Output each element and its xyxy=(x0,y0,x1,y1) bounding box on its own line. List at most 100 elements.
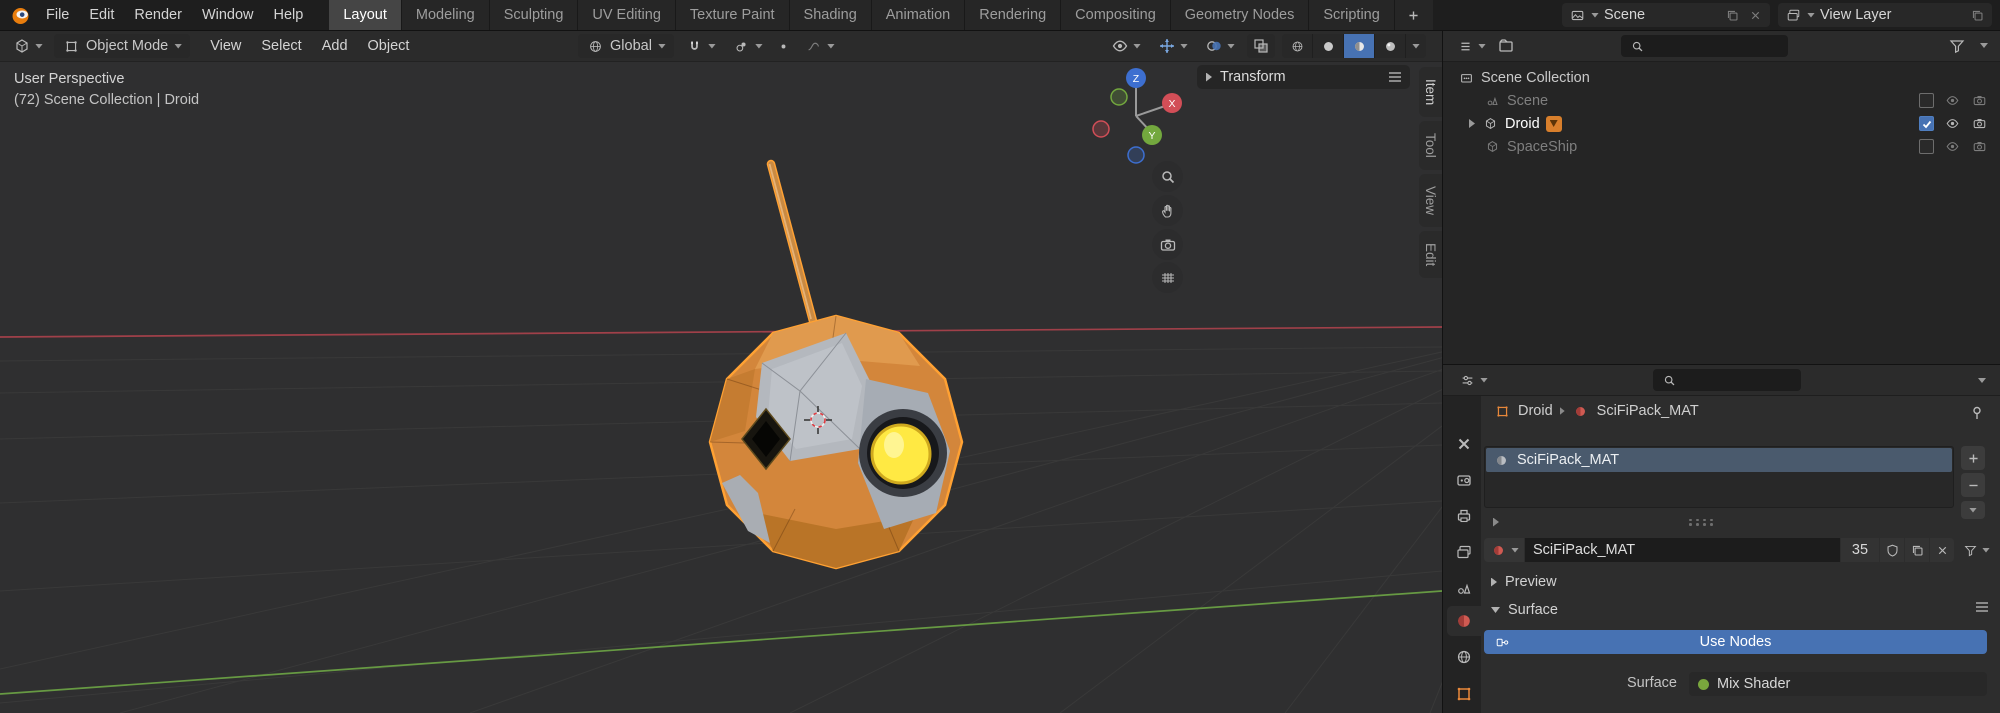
users-count-button[interactable]: 35 xyxy=(1841,538,1879,562)
breadcrumb-object[interactable]: Droid xyxy=(1518,403,1553,419)
pan-button[interactable] xyxy=(1152,195,1183,226)
outliner-search-input[interactable] xyxy=(1621,35,1788,57)
viewport-menu-select[interactable]: Select xyxy=(251,34,311,58)
chevron-down-icon[interactable] xyxy=(1980,43,1988,48)
viewport-canvas[interactable] xyxy=(0,31,1442,713)
perspective-toggle-button[interactable] xyxy=(1152,262,1183,293)
eye-icon[interactable] xyxy=(1943,92,1961,110)
camera-view-button[interactable] xyxy=(1152,229,1183,260)
shading-material-button[interactable] xyxy=(1344,34,1375,58)
viewport-3d[interactable]: Object Mode View Select Add Object Globa… xyxy=(0,31,1442,713)
new-view-layer-icon[interactable] xyxy=(1968,6,1986,24)
workspace-tab-geometry-nodes[interactable]: Geometry Nodes xyxy=(1171,0,1310,30)
tab-object[interactable] xyxy=(1447,679,1481,709)
tab-view-layer[interactable] xyxy=(1447,537,1481,567)
properties-search-input[interactable] xyxy=(1653,369,1801,391)
add-workspace-button[interactable] xyxy=(1395,0,1433,30)
add-slot-button[interactable] xyxy=(1961,446,1985,470)
object-icon[interactable] xyxy=(1493,402,1511,420)
menu-help[interactable]: Help xyxy=(264,3,314,27)
workspace-tab-animation[interactable]: Animation xyxy=(872,0,965,30)
selectability-checkbox[interactable] xyxy=(1919,116,1934,131)
sidebar-tab-item[interactable]: Item xyxy=(1419,67,1442,117)
workspace-tab-layout[interactable]: Layout xyxy=(329,0,402,30)
surface-shader-dropdown[interactable]: Mix Shader xyxy=(1689,672,1987,696)
sidebar-tab-tool[interactable]: Tool xyxy=(1419,121,1442,170)
shading-rendered-button[interactable] xyxy=(1375,34,1406,58)
tab-material[interactable] xyxy=(1447,606,1481,636)
panel-header-preview[interactable]: Preview xyxy=(1491,574,1557,590)
material-name-field[interactable]: SciFiPack_MAT xyxy=(1525,538,1840,562)
properties-editor-type-button[interactable] xyxy=(1453,368,1493,392)
new-scene-icon[interactable] xyxy=(1723,6,1741,24)
viewport-menu-add[interactable]: Add xyxy=(312,34,358,58)
proportional-editing-icon[interactable] xyxy=(775,37,793,55)
workspace-tab-texture-paint[interactable]: Texture Paint xyxy=(676,0,790,30)
breadcrumb-material[interactable]: SciFiPack_MAT xyxy=(1597,403,1699,419)
expand-caret-icon[interactable] xyxy=(1469,119,1475,128)
shading-solid-button[interactable] xyxy=(1313,34,1344,58)
shading-wireframe-button[interactable] xyxy=(1282,34,1313,58)
workspace-tab-uv-editing[interactable]: UV Editing xyxy=(578,0,676,30)
menu-file[interactable]: File xyxy=(36,3,79,27)
use-nodes-button[interactable]: Use Nodes xyxy=(1484,630,1987,654)
blender-logo-icon[interactable] xyxy=(8,3,32,27)
new-material-button[interactable] xyxy=(1905,538,1929,562)
editor-type-button[interactable] xyxy=(8,34,48,58)
visibility-dropdown[interactable] xyxy=(1106,34,1146,58)
outliner-row-spaceship[interactable]: SpaceShip xyxy=(1443,135,2000,158)
eye-icon[interactable] xyxy=(1943,138,1961,156)
eye-icon[interactable] xyxy=(1943,115,1961,133)
selectability-checkbox[interactable] xyxy=(1919,139,1934,154)
remove-slot-button[interactable] xyxy=(1961,473,1985,497)
outliner-display-mode-button[interactable] xyxy=(1451,34,1491,58)
outliner-row-scene-collection[interactable]: Scene Collection xyxy=(1443,66,2000,89)
camera-icon[interactable] xyxy=(1970,92,1988,110)
gizmos-dropdown[interactable] xyxy=(1153,34,1193,58)
workspace-tab-compositing[interactable]: Compositing xyxy=(1061,0,1171,30)
slot-list-resize[interactable] xyxy=(1493,514,1953,530)
material-slot-list[interactable]: SciFiPack_MAT xyxy=(1484,446,1954,508)
workspace-tab-modeling[interactable]: Modeling xyxy=(402,0,490,30)
material-icon[interactable] xyxy=(1572,402,1590,420)
material-slot-item[interactable]: SciFiPack_MAT xyxy=(1486,448,1952,472)
selectability-checkbox[interactable] xyxy=(1919,93,1934,108)
shading-options-button[interactable] xyxy=(1406,34,1426,58)
workspace-tab-sculpting[interactable]: Sculpting xyxy=(490,0,579,30)
droid-object[interactable] xyxy=(710,164,962,568)
drag-handle-icon[interactable] xyxy=(1976,602,1988,612)
scene-selector[interactable]: Scene xyxy=(1562,3,1770,27)
view-layer-selector[interactable]: View Layer xyxy=(1778,3,1992,27)
menu-edit[interactable]: Edit xyxy=(79,3,124,27)
tab-tool[interactable] xyxy=(1447,429,1481,459)
orientation-dropdown[interactable]: Global xyxy=(578,34,674,58)
overlays-dropdown[interactable] xyxy=(1200,34,1240,58)
outliner-row-droid[interactable]: Droid xyxy=(1443,112,2000,135)
mode-dropdown[interactable]: Object Mode xyxy=(54,34,190,58)
camera-icon[interactable] xyxy=(1970,138,1988,156)
tab-render[interactable] xyxy=(1447,465,1481,495)
falloff-dropdown[interactable] xyxy=(800,34,840,58)
outliner-row-scene[interactable]: Scene xyxy=(1443,89,2000,112)
menu-render[interactable]: Render xyxy=(124,3,192,27)
menu-window[interactable]: Window xyxy=(192,3,264,27)
pin-icon[interactable] xyxy=(1968,404,1986,422)
sidebar-tab-edit[interactable]: Edit xyxy=(1419,231,1442,278)
zoom-button[interactable] xyxy=(1152,161,1183,192)
tab-world[interactable] xyxy=(1447,642,1481,672)
camera-icon[interactable] xyxy=(1970,115,1988,133)
viewport-menu-object[interactable]: Object xyxy=(358,34,420,58)
slot-specials-button[interactable] xyxy=(1961,501,1985,519)
drag-handle-icon[interactable] xyxy=(1389,72,1401,82)
workspace-tab-shading[interactable]: Shading xyxy=(790,0,872,30)
workspace-tab-scripting[interactable]: Scripting xyxy=(1309,0,1394,30)
transform-panel-header[interactable]: Transform xyxy=(1197,65,1410,89)
navigation-gizmo[interactable]: Z X Y xyxy=(1088,60,1184,170)
chevron-down-icon[interactable] xyxy=(1978,378,1986,383)
unlink-material-button[interactable] xyxy=(1930,538,1954,562)
sidebar-tab-view[interactable]: View xyxy=(1419,174,1442,227)
fake-user-button[interactable] xyxy=(1880,538,1904,562)
workspace-tab-rendering[interactable]: Rendering xyxy=(965,0,1061,30)
tab-output[interactable] xyxy=(1447,501,1481,531)
unlink-scene-icon[interactable] xyxy=(1746,6,1764,24)
